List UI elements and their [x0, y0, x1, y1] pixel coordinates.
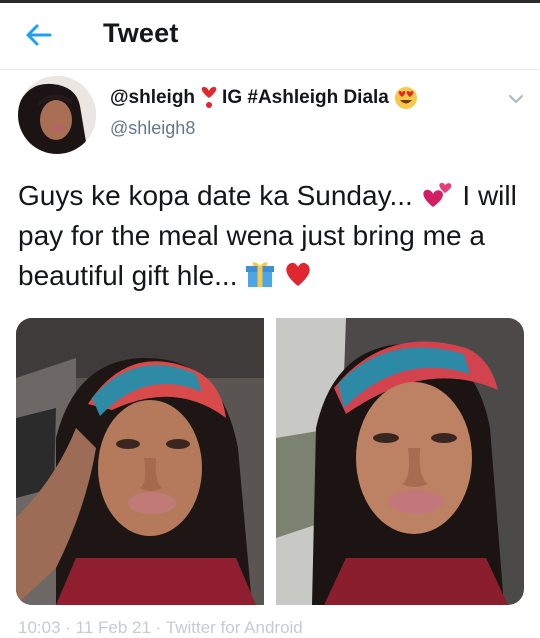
gift-icon [246, 262, 275, 287]
heart-eyes-face-icon [394, 87, 417, 109]
tweet-photo-2[interactable] [276, 318, 524, 605]
tweet-text: Guys ke kopa date ka Sunday... I will pa… [18, 176, 528, 296]
display-name-suffix: IG #Ashleigh Diala [222, 87, 389, 108]
back-button[interactable] [24, 20, 54, 50]
display-name-prefix: @shleigh [110, 87, 196, 108]
tweet-photo-1[interactable] [16, 318, 264, 605]
red-heart-icon [286, 262, 310, 286]
display-name[interactable]: @shleigh IG #Ashleigh Diala [110, 86, 418, 110]
red-heart-exclamation-icon [201, 87, 217, 108]
avatar[interactable] [18, 76, 96, 154]
tweet-text-line1: Guys ke kopa date ka Sunday... [18, 180, 413, 211]
chevron-down-icon[interactable] [506, 92, 526, 106]
media-gallery [16, 318, 524, 605]
top-bar: Tweet [0, 3, 540, 70]
author-names: @shleigh IG #Ashleigh Diala @shleigh8 [110, 86, 418, 139]
arrow-left-icon [26, 24, 52, 46]
tweet-timestamp: 10:03 · 11 Feb 21 · Twitter for Android [18, 618, 303, 637]
user-handle[interactable]: @shleigh8 [110, 118, 418, 139]
two-hearts-icon [422, 182, 452, 207]
page-title: Tweet [103, 18, 179, 48]
